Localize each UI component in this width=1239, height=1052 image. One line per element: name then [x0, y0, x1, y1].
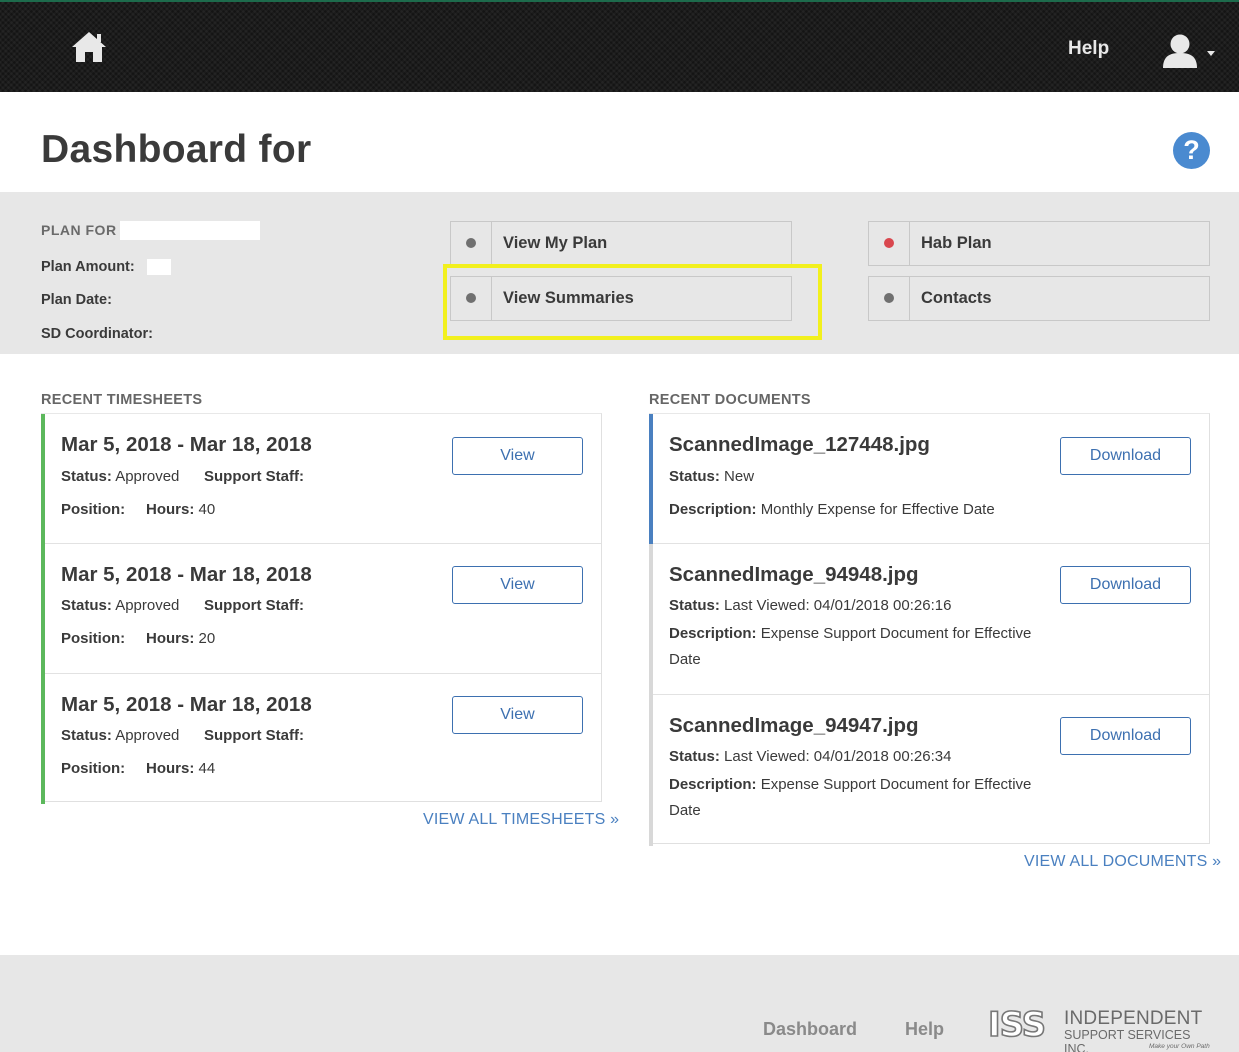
contacts-button[interactable]: Contacts: [868, 276, 1210, 321]
plan-date-label: Plan Date:: [41, 292, 112, 308]
plan-for-label: PLAN FOR: [41, 222, 117, 238]
card-accent: [649, 414, 653, 544]
download-document-button[interactable]: Download: [1060, 566, 1191, 604]
view-all-documents-link[interactable]: VIEW ALL DOCUMENTS »: [1024, 853, 1221, 871]
timesheet-status: Status: Approved: [61, 468, 180, 485]
timesheet-card: Mar 5, 2018 - Mar 18, 2018 Status: Appro…: [41, 414, 601, 544]
timesheet-date-range: Mar 5, 2018 - Mar 18, 2018: [61, 693, 312, 716]
logo-line1: INDEPENDENT: [1064, 1008, 1203, 1029]
timesheet-position: Position:: [61, 630, 126, 647]
timesheet-position: Position:: [61, 501, 126, 518]
plan-amount-label: Plan Amount:: [41, 259, 135, 275]
user-menu-icon[interactable]: [1160, 32, 1220, 70]
redacted-plan-name: [120, 221, 260, 240]
page-title: Dashboard for: [41, 128, 312, 171]
iss-logo: ISS INDEPENDENT SUPPORT SERVICES INC. Ma…: [987, 1005, 1218, 1052]
timesheet-date-range: Mar 5, 2018 - Mar 18, 2018: [61, 563, 312, 586]
document-description: Description: Expense Support Document fo…: [669, 625, 1032, 668]
timesheet-support-staff: Support Staff:: [204, 727, 304, 744]
help-question-icon[interactable]: ?: [1173, 132, 1210, 169]
document-filename: ScannedImage_94948.jpg: [669, 563, 919, 586]
document-card: ScannedImage_94947.jpg Status: Last View…: [649, 695, 1209, 846]
view-my-plan-button[interactable]: View My Plan: [450, 221, 792, 266]
sd-coordinator-label: SD Coordinator:: [41, 326, 153, 342]
timesheets-list: Mar 5, 2018 - Mar 18, 2018 Status: Appro…: [41, 413, 602, 804]
document-filename: ScannedImage_127448.jpg: [669, 433, 930, 456]
hab-plan-button[interactable]: Hab Plan: [868, 221, 1210, 266]
status-dot-icon: [466, 293, 476, 303]
contacts-label: Contacts: [921, 289, 992, 307]
timesheet-status: Status: Approved: [61, 727, 180, 744]
timesheet-hours: Hours: 20: [146, 630, 216, 647]
timesheet-status: Status: Approved: [61, 597, 180, 614]
view-timesheet-button[interactable]: View: [452, 437, 583, 475]
document-status: Status: Last Viewed: 04/01/2018 00:26:34: [669, 748, 952, 765]
timesheet-support-staff: Support Staff:: [204, 468, 304, 485]
download-document-button[interactable]: Download: [1060, 717, 1191, 755]
timesheet-hours: Hours: 44: [146, 760, 216, 777]
timesheet-card: Mar 5, 2018 - Mar 18, 2018 Status: Appro…: [41, 674, 601, 804]
footer-dashboard-link[interactable]: Dashboard: [763, 1019, 857, 1040]
card-accent: [649, 695, 653, 846]
card-accent: [41, 674, 45, 804]
nav-help-link[interactable]: Help: [1068, 38, 1109, 60]
top-navbar: Help: [0, 0, 1239, 92]
card-accent: [649, 544, 653, 695]
document-card: ScannedImage_94948.jpg Status: Last View…: [649, 544, 1209, 695]
view-all-timesheets-link[interactable]: VIEW ALL TIMESHEETS »: [423, 811, 619, 829]
document-status: Status: Last Viewed: 04/01/2018 00:26:16: [669, 597, 952, 614]
documents-list: ScannedImage_127448.jpg Status: New Desc…: [649, 413, 1210, 846]
footer-help-link[interactable]: Help: [905, 1019, 944, 1040]
status-dot-icon: [466, 238, 476, 248]
timesheet-date-range: Mar 5, 2018 - Mar 18, 2018: [61, 433, 312, 456]
alert-dot-icon: [884, 238, 894, 248]
recent-documents-heading: RECENT DOCUMENTS: [649, 392, 811, 408]
view-timesheet-button[interactable]: View: [452, 696, 583, 734]
recent-timesheets-heading: RECENT TIMESHEETS: [41, 392, 203, 408]
plan-panel: PLAN FOR Plan Amount: Plan Date: SD Coor…: [0, 192, 1239, 354]
document-card: ScannedImage_127448.jpg Status: New Desc…: [649, 414, 1209, 544]
download-document-button[interactable]: Download: [1060, 437, 1191, 475]
status-dot-icon: [884, 293, 894, 303]
document-filename: ScannedImage_94947.jpg: [669, 714, 919, 737]
card-accent: [41, 544, 45, 674]
view-timesheet-button[interactable]: View: [452, 566, 583, 604]
logo-tagline: Make your Own Path: [1149, 1043, 1210, 1050]
timesheet-hours: Hours: 40: [146, 501, 216, 518]
timesheet-position: Position:: [61, 760, 126, 777]
redacted-plan-amount: [147, 259, 171, 275]
footer: Dashboard Help ISS INDEPENDENT SUPPORT S…: [0, 955, 1239, 1052]
document-description: Description: Monthly Expense for Effecti…: [669, 501, 995, 518]
view-summaries-button[interactable]: View Summaries: [450, 276, 792, 321]
timesheet-card: Mar 5, 2018 - Mar 18, 2018 Status: Appro…: [41, 544, 601, 674]
timesheet-support-staff: Support Staff:: [204, 597, 304, 614]
card-accent: [41, 414, 45, 544]
document-description: Description: Expense Support Document fo…: [669, 776, 1032, 819]
document-status: Status: New: [669, 468, 755, 485]
view-my-plan-label: View My Plan: [503, 234, 608, 252]
view-summaries-label: View Summaries: [503, 289, 634, 307]
home-icon[interactable]: [70, 30, 108, 64]
logo-mark: ISS: [987, 1005, 1047, 1045]
hab-plan-label: Hab Plan: [921, 234, 992, 252]
